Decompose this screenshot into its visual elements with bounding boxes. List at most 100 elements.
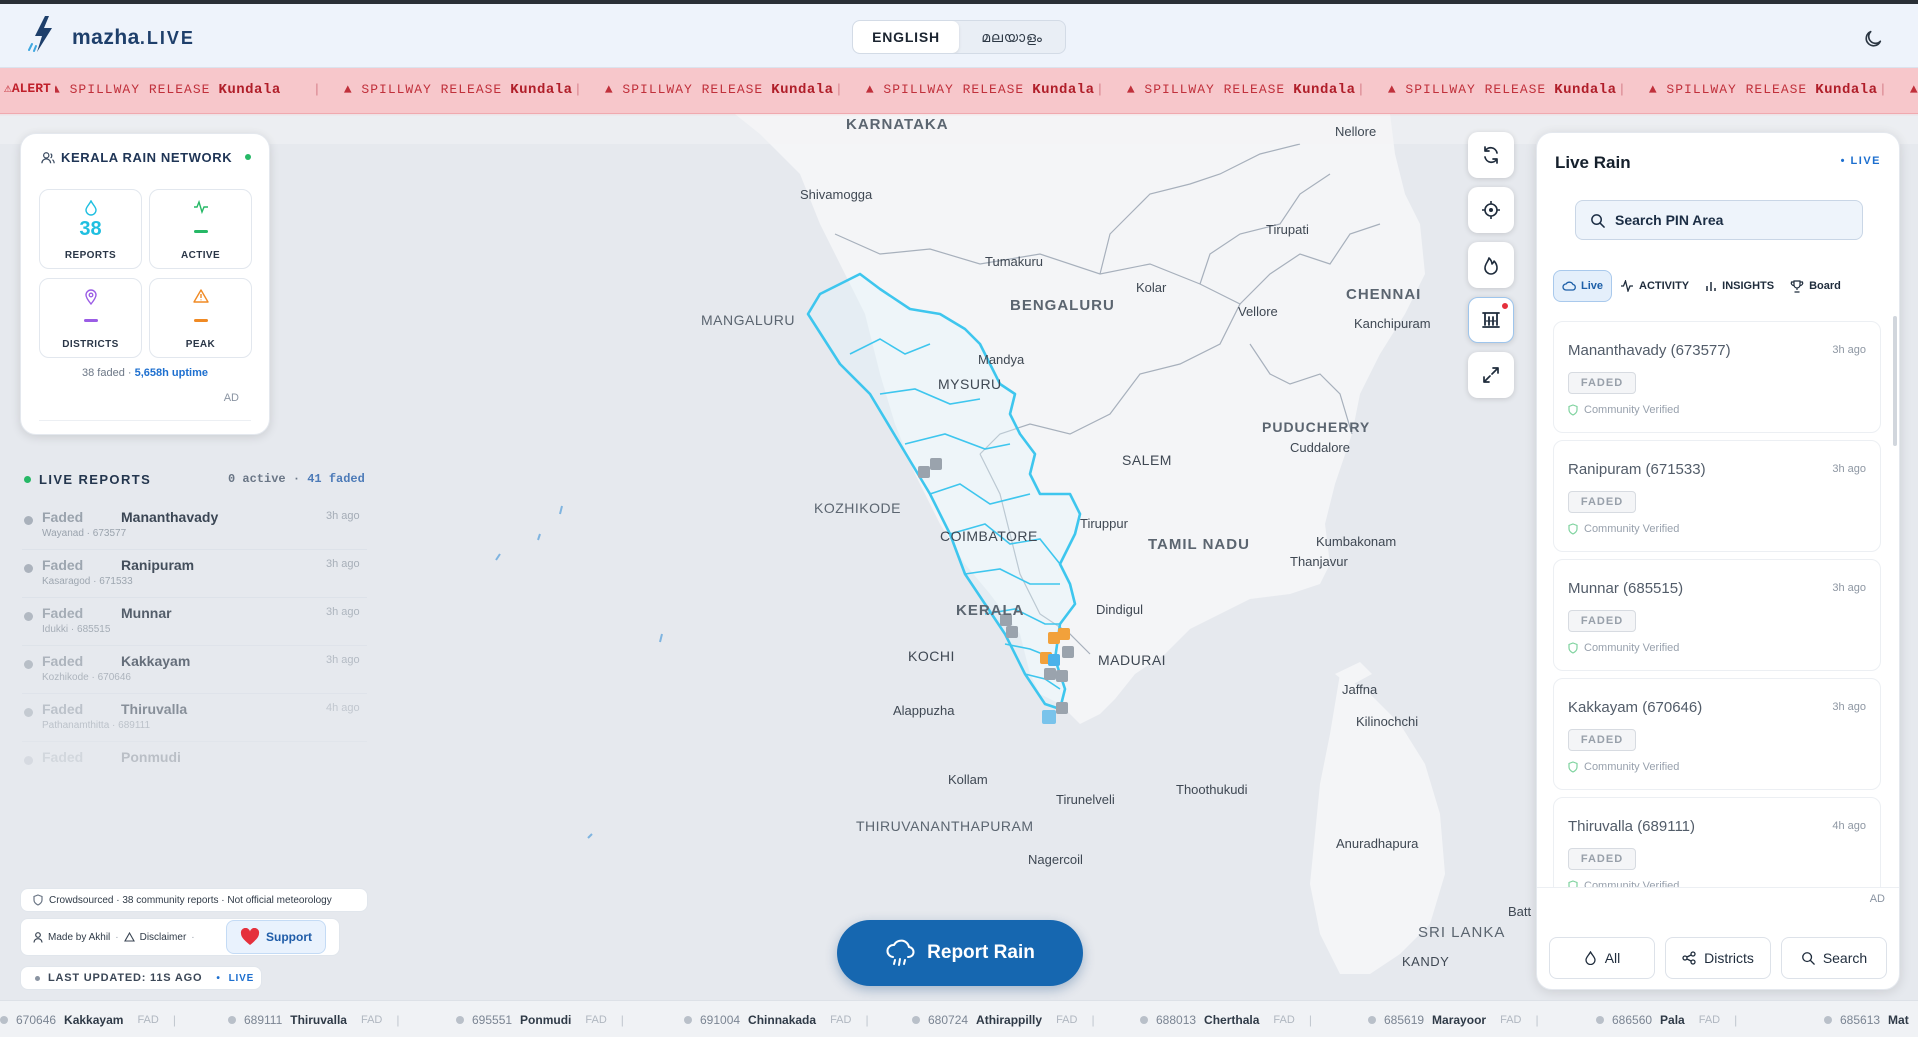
map-label-salem: SALEM — [1122, 452, 1172, 468]
map-label-tamil-nadu: TAMIL NADU — [1148, 536, 1250, 553]
app-header: mazha.LIVE ENGLISH മലയാളം — [0, 4, 1918, 68]
search-icon — [1591, 213, 1605, 228]
refresh-button[interactable] — [1468, 132, 1514, 178]
filter-all-button[interactable]: All — [1549, 937, 1655, 979]
separator-dot: · — [115, 931, 119, 943]
ticker-place: Pala — [1660, 1012, 1685, 1027]
alert-ticker-item: | ▲ SPILLWAY RELEASE Kundala — [835, 82, 1096, 98]
faded-badge: FADED — [1568, 848, 1636, 870]
ticker-place: Kakkayam — [64, 1012, 124, 1027]
bottom-ticker-item: 691004 Chinnakada FAD | — [684, 1013, 912, 1027]
activity-icon — [1621, 280, 1634, 292]
report-rain-button[interactable]: Report Rain — [837, 920, 1083, 986]
tab-insights[interactable]: INSIGHTS — [1697, 270, 1782, 302]
support-label: Support — [266, 930, 312, 944]
shield-check-icon — [1568, 761, 1578, 773]
live-reports-title: LIVE REPORTS — [39, 472, 152, 487]
lang-english-button[interactable]: ENGLISH — [853, 21, 959, 53]
status-dot — [684, 1015, 692, 1024]
live-report-row[interactable]: Faded Ponmudi — [22, 742, 367, 790]
alert-banner[interactable]: ⚠ALERT ▲ SPILLWAY RELEASE Kundala | ▲ SPILL… — [0, 68, 1918, 114]
card-location: Ranipuram (671533) — [1568, 461, 1706, 478]
ticker-place: Ponmudi — [520, 1012, 572, 1027]
alert-type: ▲ SPILLWAY RELEASE — [1387, 82, 1547, 97]
panel-scrollbar[interactable] — [1893, 316, 1897, 446]
map-label-mysuru: MYSURU — [938, 376, 1002, 392]
card-time: 4h ago — [1832, 820, 1866, 832]
dark-mode-moon-icon[interactable] — [1862, 28, 1884, 50]
map-label-jaffna: Jaffna — [1342, 682, 1378, 697]
ticker-separator: | — [1091, 1012, 1095, 1027]
tile-reports[interactable]: 38 REPORTS — [39, 189, 142, 269]
heatmap-button[interactable] — [1468, 242, 1514, 288]
tile-active[interactable]: ACTIVE — [149, 189, 252, 269]
faded-badge: FADED — [1568, 729, 1636, 751]
ticker-pin: 688013 — [1156, 1012, 1197, 1027]
map-label-cuddalore: Cuddalore — [1290, 440, 1350, 455]
map-label-thanjavur: Thanjavur — [1290, 554, 1348, 569]
tile-districts[interactable]: DISTRICTS — [39, 278, 142, 358]
support-button[interactable]: Support — [226, 920, 326, 954]
tile-peak[interactable]: PEAK — [149, 278, 252, 358]
live-report-row[interactable]: Faded Thiruvalla Pathanamthitta · 689111 4h… — [22, 694, 367, 742]
faded-tag: FAD — [1698, 1013, 1721, 1026]
bottom-ticker-item: 680724 Athirappilly FAD | — [912, 1013, 1140, 1027]
panel-report-card[interactable]: Thiruvalla (689111) 4h ago FADED Community … — [1553, 797, 1881, 887]
tab-live[interactable]: Live — [1553, 270, 1613, 302]
status-dot — [1596, 1015, 1604, 1024]
locate-me-button[interactable] — [1468, 187, 1514, 233]
search-pin-input[interactable]: Search PIN Area — [1575, 200, 1863, 240]
alert-place: Kundala — [1293, 82, 1356, 98]
status-dot — [912, 1015, 920, 1024]
filter-search-button[interactable]: Search — [1781, 937, 1887, 979]
ticker-separator: | — [396, 1012, 400, 1027]
faded-count: 38 faded — [82, 367, 125, 379]
alert-type: ▲ SPILLWAY RELEASE — [1648, 82, 1808, 97]
shield-check-icon — [1568, 523, 1578, 535]
ticker-separator: | — [574, 82, 583, 97]
map-label-sri-lanka: SRI LANKA — [1418, 924, 1506, 941]
map-label-alappuzha: Alappuzha — [893, 703, 955, 718]
live-report-row[interactable]: Faded Ranipuram Kasaragod · 671533 3h ago — [22, 550, 367, 598]
panel-report-card[interactable]: Mananthavady (673577) 3h ago FADED Communit… — [1553, 321, 1881, 433]
online-status-dot — [245, 154, 251, 160]
alert-type: ▲ SPILLWAY RELEASE — [604, 82, 764, 97]
map-label-kerala: KERALA — [956, 602, 1025, 619]
map-label-kanchipuram: Kanchipuram — [1354, 316, 1431, 331]
map-label-nagercoil: Nagercoil — [1028, 852, 1083, 867]
map-label-coimbatore: COIMBATORE — [940, 528, 1038, 544]
user-icon — [33, 931, 43, 943]
ticker-separator: | — [865, 1012, 869, 1027]
dam-layer-button[interactable] — [1468, 297, 1514, 343]
verified-text: Community Verified — [1584, 761, 1680, 773]
fullscreen-button[interactable] — [1468, 352, 1514, 398]
lang-malayalam-button[interactable]: മലയാളം — [959, 21, 1065, 53]
live-report-row[interactable]: Faded Munnar Idukki · 685515 3h ago — [22, 598, 367, 646]
last-updated-bar: LAST UPDATED: 11S AGO • LIVE — [20, 966, 262, 990]
ticker-place: Mat — [1888, 1012, 1909, 1027]
panel-report-card[interactable]: Ranipuram (671533) 3h ago FADED Community V… — [1553, 440, 1881, 552]
alert-place: Kundala — [1554, 82, 1617, 98]
uptime-value: 5,658h uptime — [134, 367, 208, 379]
brand-logo[interactable]: mazha.LIVE — [72, 26, 195, 50]
status-dot — [1368, 1015, 1376, 1024]
ticker-place: Cherthala — [1204, 1012, 1260, 1027]
panel-report-card[interactable]: Munnar (685515) 3h ago FADED Community Veri… — [1553, 559, 1881, 671]
filter-districts-button[interactable]: Districts — [1665, 937, 1771, 979]
cloud-rain-icon — [886, 939, 915, 966]
made-by-link[interactable]: Made by Akhil — [48, 932, 110, 943]
status-dot — [24, 516, 33, 525]
disclaimer-link[interactable]: Disclaimer — [140, 932, 187, 943]
live-report-row[interactable]: Faded Kakkayam Kozhikode · 670646 3h ago — [22, 646, 367, 694]
panel-report-list: Mananthavady (673577) 3h ago FADED Communit… — [1537, 313, 1899, 887]
map-label-thoothukudi: Thoothukudi — [1176, 782, 1248, 797]
warning-triangle-icon — [192, 289, 209, 303]
faded-tag: FAD — [830, 1013, 852, 1026]
live-report-row[interactable]: Faded Mananthavady Wayanad · 673577 3h ago — [22, 502, 367, 550]
bottom-ticker[interactable]: FAD | 670646 Kakkayam FAD | 689111 Thiruvalla FA… — [0, 1000, 1918, 1037]
report-status: Faded — [42, 557, 84, 573]
ticker-pin: 695551 — [472, 1012, 513, 1027]
tab-board[interactable]: Board — [1782, 270, 1849, 302]
panel-report-card[interactable]: Kakkayam (670646) 3h ago FADED Community Ve… — [1553, 678, 1881, 790]
tab-activity[interactable]: ACTIVITY — [1612, 270, 1697, 302]
